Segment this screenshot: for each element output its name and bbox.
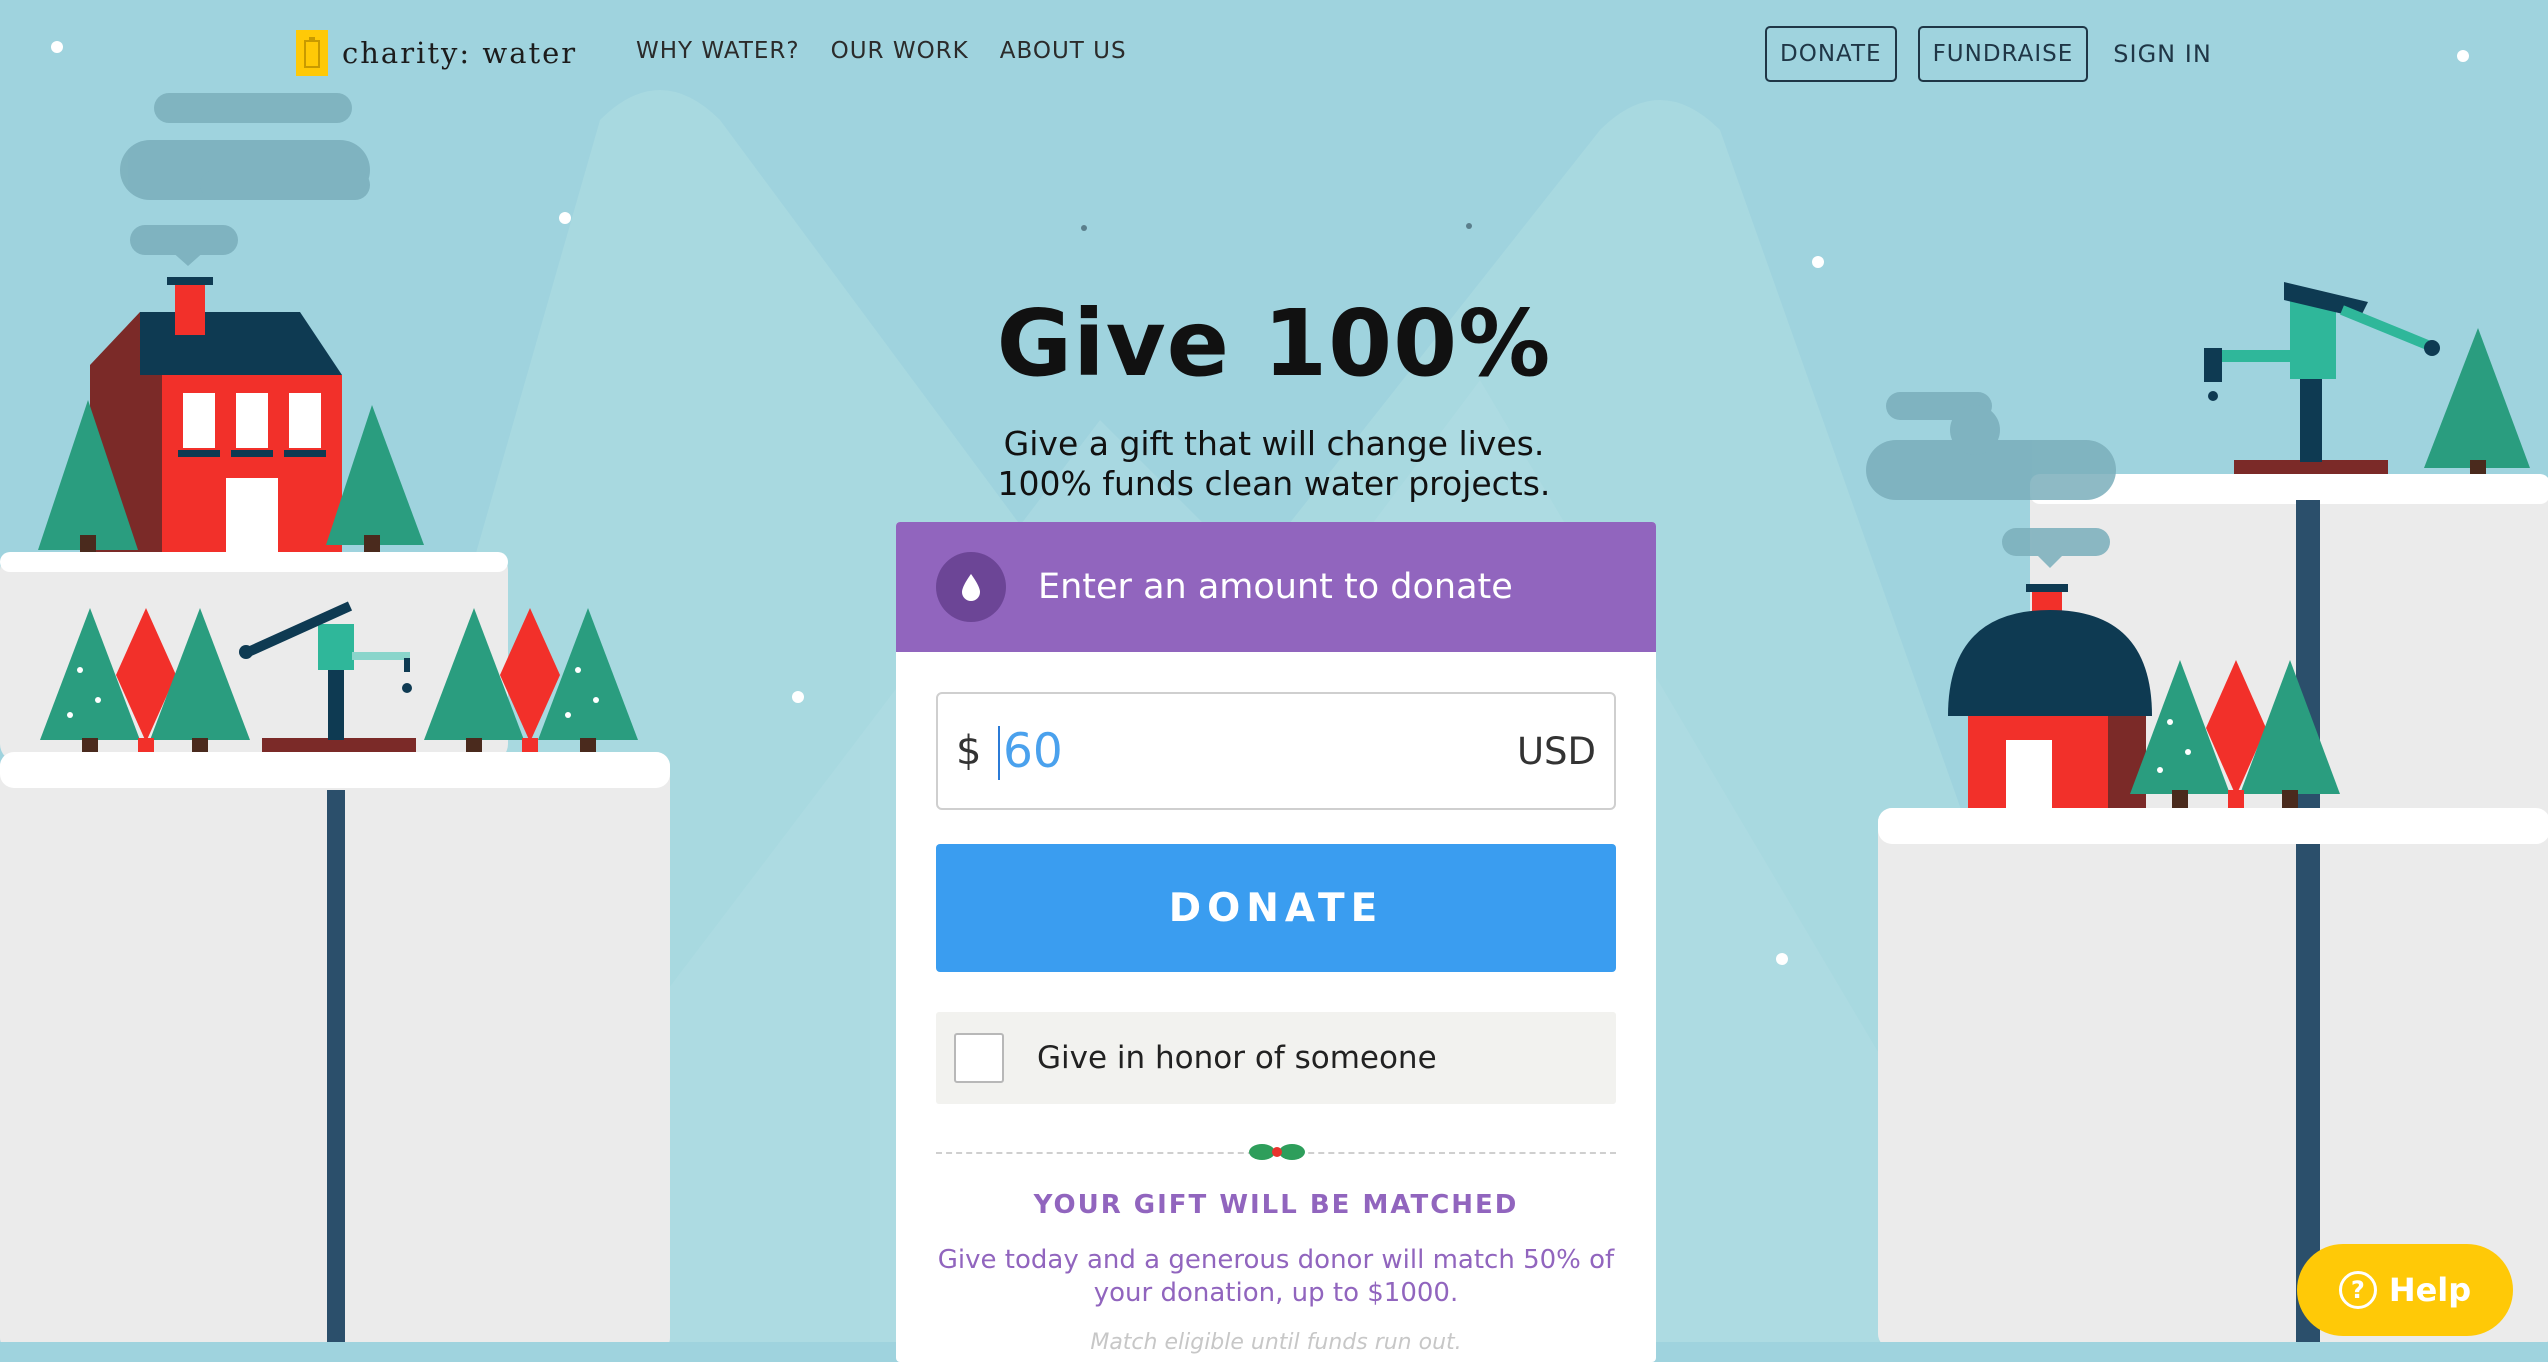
sign-in-link[interactable]: SIGN IN: [2109, 40, 2212, 68]
nav-link-about-us[interactable]: ABOUT US: [1000, 38, 1127, 64]
main-nav: WHY WATER? OUR WORK ABOUT US: [636, 38, 1127, 64]
matched-text: Give today and a generous donor will mat…: [937, 1245, 1615, 1308]
brand-logo[interactable]: charity: water: [296, 30, 577, 76]
nav-link-our-work[interactable]: OUR WORK: [831, 38, 969, 64]
honor-label: Give in honor of someone: [1037, 1040, 1437, 1076]
hero-title: Give 100%: [996, 290, 1552, 397]
matched-footnote: Match eligible until funds run out.: [1090, 1330, 1462, 1355]
donate-button[interactable]: DONATE: [936, 844, 1616, 972]
hero-subtitle-line1: Give a gift that will change lives.: [1003, 424, 1545, 463]
nav-fundraise-button[interactable]: FUNDRAISE: [1917, 26, 2089, 82]
nav-donate-button[interactable]: DONATE: [1765, 26, 1897, 82]
currency-symbol: $: [956, 728, 982, 774]
text-caret: [998, 726, 1000, 780]
holly-icon: [1249, 1144, 1305, 1160]
jerrycan-icon: [296, 30, 328, 76]
question-icon: ?: [2338, 1271, 2377, 1309]
help-label: Help: [2388, 1271, 2472, 1309]
amount-input[interactable]: $ 60 USD: [936, 692, 1616, 810]
matched-title: YOUR GIFT WILL BE MATCHED: [1033, 1190, 1519, 1220]
hero-subtitle-line2: 100% funds clean water projects.: [997, 464, 1551, 503]
honor-option[interactable]: Give in honor of someone: [936, 1012, 1616, 1104]
nav-link-why-water[interactable]: WHY WATER?: [636, 38, 800, 64]
nav-actions: DONATE FUNDRAISE SIGN IN: [1765, 26, 2212, 82]
donation-card: Enter an amount to donate $ 60 USD DONAT…: [896, 522, 1656, 1362]
hero-subtitle: Give a gift that will change lives. 100%…: [0, 424, 2548, 504]
brand-name: charity: water: [342, 36, 578, 70]
amount-value[interactable]: 60: [1003, 724, 1063, 779]
donation-card-header: Enter an amount to donate: [896, 522, 1656, 652]
help-button[interactable]: ? Help: [2297, 1244, 2513, 1336]
honor-checkbox[interactable]: [954, 1033, 1004, 1083]
donation-card-header-label: Enter an amount to donate: [1038, 567, 1513, 607]
water-drop-icon: [936, 552, 1006, 622]
currency-code: USD: [1516, 730, 1596, 773]
